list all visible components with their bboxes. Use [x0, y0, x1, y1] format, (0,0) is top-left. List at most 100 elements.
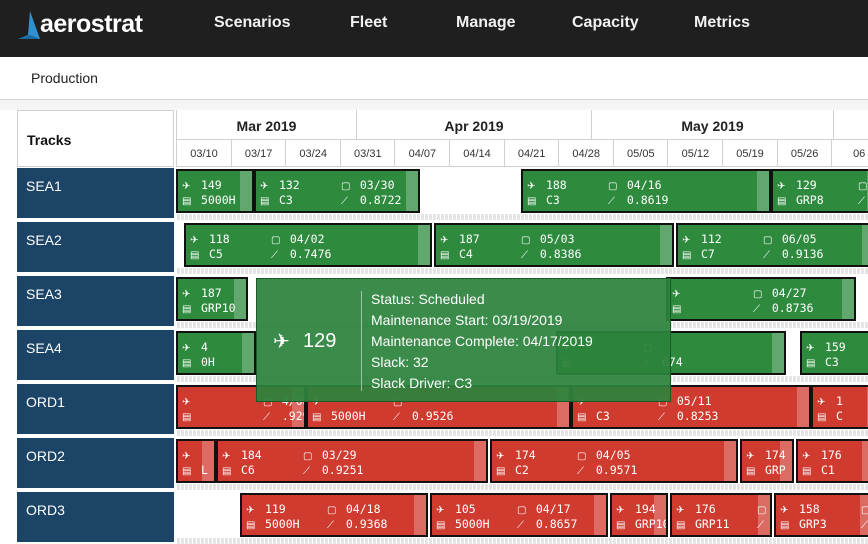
tracks-header-label: Tracks: [27, 132, 72, 148]
maintenance-event-bar[interactable]: ✈ 174▢ ▤ GRP⟋: [740, 439, 794, 483]
check-type: 5000H: [330, 409, 366, 423]
tooltip-maintenance-complete: Maintenance Complete: 04/17/2019: [371, 333, 593, 349]
calendar-icon: ▢: [516, 505, 527, 516]
maintenance-event-bar[interactable]: ✈ 176 ▢ ▤ GRP11 ⟋: [670, 493, 772, 537]
airplane-icon: ✈: [260, 181, 269, 192]
slack-indicator: [406, 171, 418, 211]
trend-icon: ⟋: [302, 466, 310, 477]
bar-line-1: ✈ 118 ▢ 04/02: [190, 232, 325, 246]
maintenance-event-bar[interactable]: ✈ 188 ▢ 04/16 ▤ C3 ⟋ 0.8619: [521, 169, 771, 213]
bar-line-1: ✈ ▢ 04/27: [672, 286, 807, 300]
week-label: 03/31: [339, 140, 395, 167]
calendar-icon: ▢: [752, 289, 763, 300]
aircraft-id: 119: [264, 502, 286, 516]
maintenance-event-bar[interactable]: ✈ 158▢ ▤ GRP3⟋: [774, 493, 868, 537]
nav-scenarios[interactable]: Scenarios: [214, 14, 290, 32]
calendar-icon: ▢: [340, 181, 351, 192]
utilization-value: 0.8657: [535, 517, 578, 531]
aircraft-id: 159: [824, 340, 846, 354]
due-date: 04/05: [595, 448, 631, 462]
nav-metrics[interactable]: Metrics: [694, 14, 750, 32]
week-label: 04/28: [558, 140, 614, 167]
maintenance-event-bar[interactable]: ✈ 119 ▢ 04/18 ▤ 5000H ⟋ 0.9368: [240, 493, 428, 537]
aerostrat-logo[interactable]: aerostrat: [16, 9, 156, 43]
maintenance-event-bar[interactable]: ✈ ▢ 04/27 ▤ ⟋ 0.8736: [666, 277, 856, 321]
bar-line-2: ▤ ⟋ .9297: [182, 409, 304, 423]
document-icon: ▤: [806, 358, 816, 369]
maintenance-event-bar[interactable]: ✈ 187▢ ▤ GRP10⟋: [176, 277, 248, 321]
document-icon: ▤: [182, 196, 192, 207]
lane-tick-marks: [176, 268, 868, 274]
nav-capacity[interactable]: Capacity: [572, 14, 639, 32]
bar-line-2: ▤ C1⟋: [802, 463, 868, 477]
maintenance-event-bar[interactable]: ✈ 159▢ ▤ C3⟋: [800, 331, 868, 375]
week-label: 06: [831, 140, 868, 167]
maintenance-event-bar[interactable]: ✈ 112 ▢ 06/05 ▤ C7 ⟋ 0.9136: [676, 223, 868, 267]
lane-tick-marks: [176, 214, 868, 220]
trend-icon: ⟋: [326, 520, 334, 531]
track-label-ord3[interactable]: ORD3: [17, 492, 174, 544]
nav-manage[interactable]: Manage: [456, 14, 516, 32]
nav-fleet[interactable]: Fleet: [350, 14, 387, 32]
week-label: 04/21: [503, 140, 559, 167]
maintenance-event-bar[interactable]: ✈ 118 ▢ 04/02 ▤ C5 ⟋ 0.7476: [184, 223, 432, 267]
maintenance-event-bar[interactable]: ✈ 176▢ ▤ C1⟋: [796, 439, 868, 483]
airplane-icon: ✈: [182, 181, 191, 192]
airplane-icon: ✈: [616, 505, 625, 516]
track-label-ord2[interactable]: ORD2: [17, 438, 174, 490]
maintenance-event-bar[interactable]: ✈ 174 ▢ 04/05 ▤ C2 ⟋ 0.9571: [490, 439, 738, 483]
trend-icon: ⟋: [762, 250, 770, 261]
maintenance-event-bar[interactable]: ✈ 149▢ 05▤ 5000H⟋ 0: [176, 169, 254, 213]
check-type: C4: [458, 247, 473, 261]
track-label-ord1[interactable]: ORD1: [17, 384, 174, 436]
logo-mark-icon: [18, 11, 40, 39]
calendar-icon: ▢: [302, 451, 313, 462]
slack-indicator: [842, 279, 854, 319]
track-label-sea3[interactable]: SEA3: [17, 276, 174, 328]
document-icon: ▤: [312, 412, 322, 423]
maintenance-event-bar[interactable]: ✈ 184 ▢ 03/29 ▤ C6 ⟋ 0.9251: [216, 439, 488, 483]
maintenance-event-bar[interactable]: ✈ 194▢ ▤ GRP10⟋: [610, 493, 668, 537]
track-lane: ✈ 118 ▢ 04/02 ▤ C5 ⟋ 0.7476 ✈ 187 ▢ 05/03 ▤ C4…: [176, 222, 868, 274]
trend-icon: ⟋: [270, 250, 278, 261]
lane-tick-marks: [176, 430, 868, 436]
maintenance-event-bar[interactable]: ✈ 132 ▢ 03/30 ▤ C3 ⟋ 0.8722: [254, 169, 420, 213]
maintenance-event-bar[interactable]: ✈ 129 ▢ ▤ GRP8 ⟋: [771, 169, 868, 213]
due-date: 04/16: [626, 178, 662, 192]
calendar-icon: ▢: [326, 505, 337, 516]
airplane-icon: ✈: [436, 505, 445, 516]
calendar-icon: ▢: [762, 235, 773, 246]
airplane-icon: ✈: [672, 289, 681, 300]
document-icon: ▤: [817, 412, 827, 423]
trend-icon: ⟋: [607, 196, 615, 207]
bar-line-1: ✈ 176▢: [802, 448, 868, 462]
document-icon: ▤: [577, 412, 587, 423]
month-label: Apr 2019: [356, 110, 591, 140]
check-type: C3: [824, 355, 839, 369]
slack-indicator: [758, 495, 770, 535]
airplane-icon: ✈: [182, 451, 191, 462]
due-date: 04/02: [289, 232, 325, 246]
slack-indicator: [860, 495, 868, 535]
slack-indicator: [474, 441, 486, 481]
check-type: C5: [208, 247, 223, 261]
bar-line-1: ✈ 112 ▢ 06/05: [682, 232, 817, 246]
track-label-sea2[interactable]: SEA2: [17, 222, 174, 274]
track-label-sea1[interactable]: SEA1: [17, 168, 174, 220]
check-type: GRP8: [795, 193, 824, 207]
document-icon: ▤: [616, 520, 626, 531]
maintenance-event-bar[interactable]: ✈ 4▢ ▤ 0H⟋: [176, 331, 256, 375]
aircraft-id: 158: [798, 502, 820, 516]
slack-indicator: [797, 387, 809, 427]
maintenance-event-bar[interactable]: ✈ 105 ▢ 04/17 ▤ 5000H ⟋ 0.8657: [430, 493, 608, 537]
maintenance-event-bar[interactable]: ✈ ▢ ▤ L⟋: [176, 439, 216, 483]
bar-line-2: ▤ C5 ⟋ 0.7476: [190, 247, 331, 261]
bar-line-1: ✈ 132 ▢ 03/30: [260, 178, 395, 192]
track-label-sea4[interactable]: SEA4: [17, 330, 174, 382]
tooltip-slack: Slack: 32: [371, 354, 429, 370]
tooltip-status: Status: Scheduled: [371, 291, 485, 307]
maintenance-event-bar[interactable]: ✈ 187 ▢ 05/03 ▤ C4 ⟋ 0.8386: [434, 223, 674, 267]
maintenance-event-bar[interactable]: ✈ 1▢ ▤ C⟋: [811, 385, 868, 429]
slack-indicator: [240, 171, 252, 211]
breadcrumb[interactable]: Production: [31, 70, 98, 86]
